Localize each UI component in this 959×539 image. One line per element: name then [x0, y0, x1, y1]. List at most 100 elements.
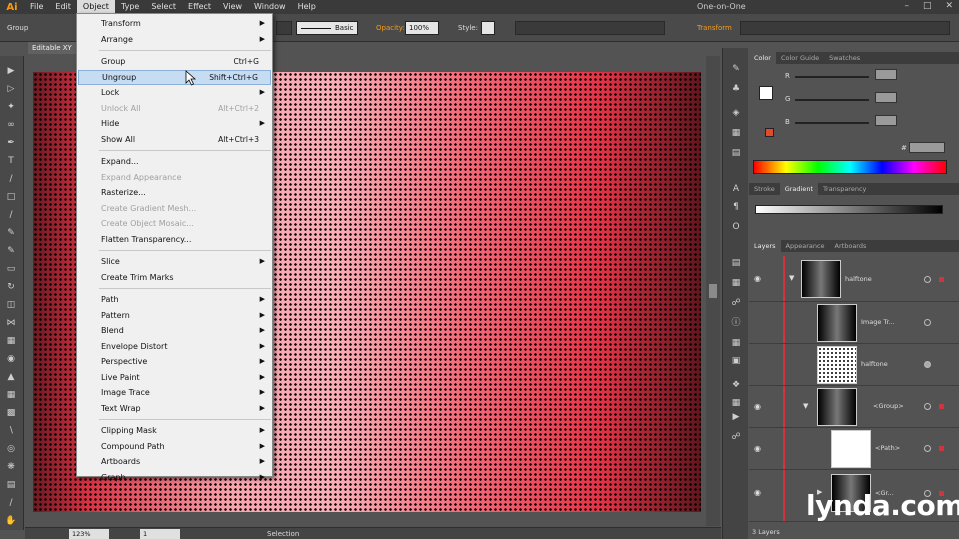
tab-stroke[interactable]: Stroke: [749, 183, 780, 195]
symbol-sprayer-icon[interactable]: ❋: [3, 460, 19, 474]
tab-artboards[interactable]: Artboards: [830, 240, 872, 252]
layer-name[interactable]: <Path>: [875, 444, 900, 452]
tab-layers[interactable]: Layers: [749, 240, 781, 252]
gradient-tool-icon[interactable]: ▩: [3, 406, 19, 420]
align-controls[interactable]: [515, 21, 665, 35]
pathfinder-panel-icon[interactable]: ▦: [728, 396, 744, 410]
menu-item-ungroup[interactable]: Ungroup Shift+Ctrl+G: [78, 69, 271, 85]
menu-item-clipping-mask[interactable]: Clipping Mask ▶: [78, 423, 271, 438]
menu-item-artboards[interactable]: Artboards ▶: [78, 454, 271, 469]
menu-item-perspective[interactable]: Perspective ▶: [78, 354, 271, 369]
scrollbar-thumb[interactable]: [709, 284, 717, 298]
transform-link[interactable]: Transform: [697, 24, 732, 32]
menu-type[interactable]: Type: [115, 0, 145, 14]
menu-window[interactable]: Window: [248, 0, 292, 14]
layer-row[interactable]: halftone: [749, 344, 959, 386]
info-panel-icon[interactable]: ⓘ: [728, 316, 744, 330]
vertical-scrollbar[interactable]: [706, 56, 720, 526]
free-transform-icon[interactable]: ▦: [3, 334, 19, 348]
menu-item-flatten-transparency[interactable]: Flatten Transparency...: [78, 232, 271, 247]
stroke-swatch[interactable]: [765, 128, 774, 137]
direct-selection-tool-icon[interactable]: ▷: [3, 82, 19, 96]
menu-item-transform[interactable]: Transform ▶: [78, 16, 271, 31]
menu-item-expand[interactable]: Expand...: [78, 154, 271, 169]
links-chain-icon[interactable]: ☍: [728, 430, 744, 444]
layer-name[interactable]: <Group>: [873, 402, 904, 410]
menu-help[interactable]: Help: [292, 0, 322, 14]
align-panel-icon[interactable]: ▦: [728, 336, 744, 350]
expand-triangle-icon[interactable]: ▼: [789, 274, 794, 282]
layer-row[interactable]: ◉ <Path>: [749, 428, 959, 470]
blob-brush-icon[interactable]: ✎: [3, 244, 19, 258]
target-icon[interactable]: [924, 403, 931, 410]
menu-item-envelope-distort[interactable]: Envelope Distort ▶: [78, 339, 271, 354]
menu-item-slice[interactable]: Slice ▶: [78, 254, 271, 269]
maximize-icon[interactable]: □: [923, 1, 932, 11]
graphic-styles-icon[interactable]: ▤: [728, 146, 744, 160]
expand-triangle-icon[interactable]: ▼: [803, 402, 808, 410]
pen-tool-icon[interactable]: ✒: [3, 136, 19, 150]
menu-item-pattern[interactable]: Pattern ▶: [78, 308, 271, 323]
gradient-slider[interactable]: [755, 205, 943, 214]
tab-transparency[interactable]: Transparency: [818, 183, 871, 195]
menu-item-arrange[interactable]: Arrange ▶: [78, 32, 271, 47]
eye-icon[interactable]: ◉: [754, 488, 761, 497]
navigator-panel-icon[interactable]: ❖: [728, 378, 744, 392]
rectangle-tool-icon[interactable]: □: [3, 190, 19, 204]
tab-swatches[interactable]: Swatches: [824, 52, 865, 64]
eraser-icon[interactable]: ▭: [3, 262, 19, 276]
line-tool-icon[interactable]: ∕: [3, 172, 19, 186]
perspective-grid-icon[interactable]: ▲: [3, 370, 19, 384]
menu-item-group[interactable]: Group Ctrl+G: [78, 54, 271, 69]
pencil-icon[interactable]: ✎: [3, 226, 19, 240]
eye-icon[interactable]: ◉: [754, 402, 761, 411]
layer-name[interactable]: Image Tr...: [861, 318, 895, 326]
menu-item-rasterize[interactable]: Rasterize...: [78, 185, 271, 200]
style-swatch[interactable]: [481, 21, 495, 35]
target-icon[interactable]: [924, 445, 931, 452]
links-panel-icon[interactable]: ☍: [728, 296, 744, 310]
minimize-icon[interactable]: –: [904, 1, 909, 11]
target-icon[interactable]: [924, 319, 931, 326]
character-panel-icon[interactable]: A: [728, 182, 744, 196]
width-tool-icon[interactable]: ⋈: [3, 316, 19, 330]
menu-item-path[interactable]: Path ▶: [78, 292, 271, 307]
artboards-panel-icon[interactable]: ▦: [728, 276, 744, 290]
menu-item-hide[interactable]: Hide ▶: [78, 116, 271, 131]
transform-panel-icon[interactable]: ▣: [728, 354, 744, 368]
channel-r-value[interactable]: [875, 69, 897, 80]
channel-b-slider[interactable]: [795, 122, 869, 124]
fill-swatch[interactable]: [759, 86, 773, 100]
type-tool-icon[interactable]: T: [3, 154, 19, 168]
eye-icon[interactable]: ◉: [754, 444, 761, 453]
layer-row[interactable]: ◉ ▼ <Group>: [749, 386, 959, 428]
menu-item-text-wrap[interactable]: Text Wrap ▶: [78, 401, 271, 416]
layers-panel-icon[interactable]: ▤: [728, 256, 744, 270]
menu-select[interactable]: Select: [145, 0, 182, 14]
rotate-tool-icon[interactable]: ↻: [3, 280, 19, 294]
layer-row[interactable]: ◉ ▼ halftone: [749, 256, 959, 302]
stroke-style-dropdown[interactable]: Basic: [296, 21, 358, 35]
menu-object[interactable]: Object: [76, 0, 115, 14]
menu-item-live-paint[interactable]: Live Paint ▶: [78, 370, 271, 385]
actions-panel-icon[interactable]: ▶: [728, 410, 744, 424]
channel-g-value[interactable]: [875, 92, 897, 103]
layer-row[interactable]: Image Tr...: [749, 302, 959, 344]
menu-item-show-all[interactable]: Show All Alt+Ctrl+3: [78, 132, 271, 147]
menu-item-image-trace[interactable]: Image Trace ▶: [78, 385, 271, 400]
symbols-panel-icon[interactable]: ▦: [728, 126, 744, 140]
opentype-panel-icon[interactable]: O: [728, 220, 744, 234]
menu-item-compound-path[interactable]: Compound Path ▶: [78, 439, 271, 454]
layer-name[interactable]: halftone: [845, 275, 872, 283]
shape-builder-icon[interactable]: ◉: [3, 352, 19, 366]
channel-g-slider[interactable]: [795, 99, 869, 101]
menu-item-graph[interactable]: Graph ▶: [78, 470, 271, 485]
channel-b-value[interactable]: [875, 115, 897, 126]
magic-wand-icon[interactable]: ✦: [3, 100, 19, 114]
color-panel-icon[interactable]: ✎: [728, 62, 744, 76]
menu-item-create-trim-marks[interactable]: Create Trim Marks: [78, 270, 271, 285]
target-icon[interactable]: [924, 276, 931, 283]
tab-color-guide[interactable]: Color Guide: [776, 52, 824, 64]
hand-tool-icon[interactable]: ✋: [3, 514, 19, 528]
tab-gradient[interactable]: Gradient: [779, 183, 819, 195]
